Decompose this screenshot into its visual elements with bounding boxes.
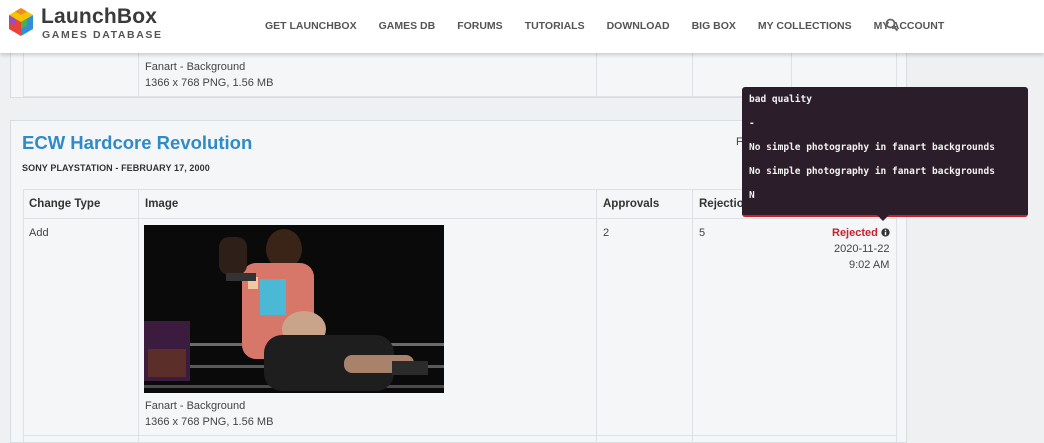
tooltip-line-5: N	[749, 190, 755, 201]
row-approvals: 2	[603, 227, 610, 239]
game-platform-date: SONY PLAYSTATION - FEBRUARY 17, 2000	[22, 163, 210, 173]
tooltip-line-4: No simple photography in fanart backgrou…	[749, 166, 995, 177]
logo-subtitle[interactable]: GAMES DATABASE	[42, 29, 163, 41]
wrestlers-photo	[144, 225, 444, 393]
row-image-info: 1366 x 768 PNG, 1.56 MB	[145, 416, 274, 428]
prev-image-type: Fanart - Background	[145, 61, 246, 73]
row-rejections: 5	[699, 227, 706, 239]
nav-my-collections[interactable]: MY COLLECTIONS	[758, 20, 852, 34]
col-approvals: Approvals	[603, 198, 660, 210]
site-header: LaunchBox GAMES DATABASE GET LAUNCHBOX G…	[0, 0, 1044, 53]
col-image: Image	[145, 198, 179, 210]
prev-image-info: 1366 x 768 PNG, 1.56 MB	[145, 77, 274, 89]
fanart-image[interactable]	[144, 225, 444, 393]
row-change-type: Add	[29, 227, 49, 239]
launchbox-logo-icon[interactable]	[8, 7, 34, 37]
tooltip-line-3: No simple photography in fanart backgrou…	[749, 142, 995, 153]
nav-get-launchbox[interactable]: GET LAUNCHBOX	[265, 20, 357, 34]
nav-games-db[interactable]: GAMES DB	[379, 20, 436, 34]
row-image-type: Fanart - Background	[145, 400, 246, 412]
info-icon[interactable]	[881, 228, 890, 237]
main-nav: GET LAUNCHBOX GAMES DB FORUMS TUTORIALS …	[254, 20, 955, 34]
tooltip-line-2: -	[749, 118, 755, 129]
col-change-type: Change Type	[29, 198, 101, 210]
search-icon[interactable]	[885, 18, 899, 32]
tooltip-arrow	[877, 215, 889, 221]
logo-title[interactable]: LaunchBox	[41, 5, 157, 29]
nav-tutorials[interactable]: TUTORIALS	[525, 20, 585, 34]
nav-big-box[interactable]: BIG BOX	[692, 20, 736, 34]
row-time: 9:02 AM	[849, 259, 890, 271]
row-date: 2020-11-22	[834, 243, 890, 255]
nav-forums[interactable]: FORUMS	[457, 20, 503, 34]
game-title[interactable]: ECW Hardcore Revolution	[22, 132, 252, 154]
rejection-reasons-tooltip: bad quality - No simple photography in f…	[742, 87, 1028, 217]
status-label: Rejected	[832, 227, 878, 239]
tooltip-line-1: bad quality	[749, 94, 812, 105]
row-status[interactable]: Rejected	[832, 227, 890, 239]
nav-download[interactable]: DOWNLOAD	[607, 20, 670, 34]
